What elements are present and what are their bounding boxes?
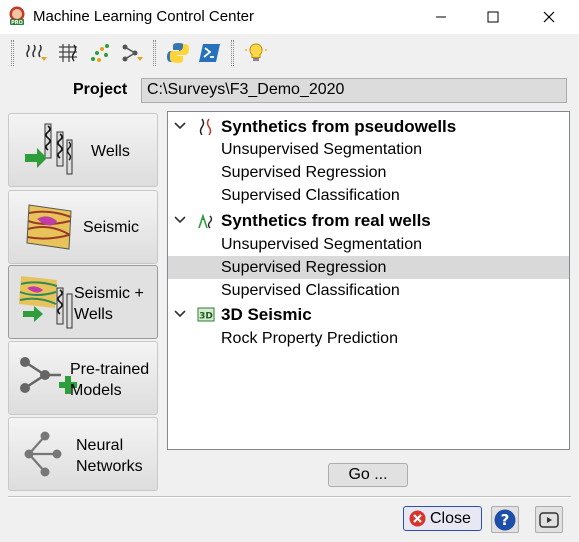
tree-item-selected[interactable]: Supervised Regression [168,256,569,279]
tree-item[interactable]: Supervised Regression [168,161,569,184]
video-icon [539,511,559,528]
tree-group-3d-seismic[interactable]: 3D 3D Seismic [168,303,569,326]
python-icon [167,43,189,63]
real-well-synthetics-icon [198,213,213,229]
tree-item-label: Supervised Classification [221,187,400,204]
close-icon [543,11,555,23]
tree-group-label: Synthetics from pseudowells [221,117,457,136]
tree-item-label: Rock Property Prediction [221,330,398,347]
toolbar-grip-2[interactable] [153,40,156,66]
help-icon: ? [494,509,516,530]
close-circle-icon [409,510,426,527]
tree-group-label: Synthetics from real wells [221,211,431,230]
tree-item[interactable]: Unsupervised Segmentation [168,138,569,161]
chevron-down-icon[interactable] [174,309,186,319]
close-button-label: Close [430,510,471,527]
window-title: Machine Learning Control Center [33,8,254,25]
seismic-button[interactable]: Seismic [8,190,158,264]
tree-item[interactable]: Supervised Classification [168,279,569,302]
help-button[interactable]: ? [491,506,519,533]
toolbar-powershell-button[interactable] [196,39,224,67]
video-button[interactable] [535,506,563,533]
toolbar-grip[interactable] [11,40,14,66]
scatter-points-icon [91,44,109,62]
seismic-wells-button-label-1: Seismic + [74,285,144,302]
neural-networks-icon [24,431,62,477]
separator [8,496,571,498]
tree-item-label: Supervised Classification [221,282,400,299]
wells-extract-icon [26,44,47,61]
tree-item[interactable]: Unsupervised Segmentation [168,233,569,256]
go-button[interactable]: Go ... [328,463,408,487]
seismic-wells-icon [19,276,73,329]
tree-group-pseudowells[interactable]: Synthetics from pseudowells [168,115,569,138]
project-path-field[interactable]: C:\Surveys\F3_Demo_2020 [141,78,567,103]
lightbulb-icon [245,43,267,61]
3d-seismic-icon: 3D [197,307,215,322]
neural-networks-label-2: Networks [76,458,143,475]
maximize-button[interactable] [470,0,516,34]
wells-icon [25,123,73,175]
workflow-tree[interactable]: Synthetics from pseudowells Unsupervised… [167,111,570,450]
minimize-icon [436,16,446,18]
toolbar-scatter-button[interactable] [86,39,114,67]
title-bar: PRO Machine Learning Control Center [0,0,579,34]
toolbar-grip-3[interactable] [231,40,234,66]
wells-button-label: Wells [91,143,130,160]
seismic-wells-grid-icon [59,44,77,62]
tree-item-label: Supervised Regression [221,259,387,276]
tree-item[interactable]: Supervised Classification [168,184,569,207]
seismic-wells-button-label-2: Wells [74,306,113,323]
pretrained-models-button[interactable]: Pre-trained Models [8,341,158,415]
toolbar-tips-button[interactable] [242,39,270,67]
toolbar [0,34,579,72]
chevron-down-icon[interactable] [174,121,186,131]
minimize-button[interactable] [418,0,464,34]
seismic-button-label: Seismic [83,219,140,236]
neural-network-import-icon [122,44,143,62]
powershell-icon [199,44,220,62]
tree-item-label: Unsupervised Segmentation [221,236,423,253]
toolbar-seismic-wells-button[interactable] [54,39,82,67]
toolbar-wells-extract-button[interactable] [22,39,50,67]
svg-text:3D: 3D [199,312,213,322]
neural-networks-label-1: Neural [76,437,124,454]
maximize-icon [487,11,499,23]
toolbar-python-button[interactable] [164,39,192,67]
tree-item[interactable]: Rock Property Prediction [168,327,569,350]
tree-item-label: Unsupervised Segmentation [221,141,423,158]
toolbar-neural-import-button[interactable] [118,39,146,67]
seismic-wells-button[interactable]: Seismic + Wells [8,265,158,339]
pseudowell-synthetics-icon [199,118,212,135]
opendtect-pro-icon: PRO [9,6,25,26]
tree-group-label: 3D Seismic [221,305,312,324]
pretrained-models-label-2: Models [70,382,122,399]
tree-group-real-wells[interactable]: Synthetics from real wells [168,209,569,232]
chevron-down-icon[interactable] [174,215,186,225]
wells-button[interactable]: Wells [8,113,158,187]
tree-item-label: Supervised Regression [221,164,387,181]
project-label: Project [73,81,128,98]
close-window-button[interactable] [526,0,572,34]
svg-text:?: ? [501,511,510,529]
seismic-icon [26,204,72,250]
neural-networks-button[interactable]: Neural Networks [8,417,158,491]
pretrained-models-icon [20,357,77,394]
svg-text:PRO: PRO [11,20,23,26]
pretrained-models-label-1: Pre-trained [70,361,150,378]
close-button[interactable]: Close [403,506,482,531]
